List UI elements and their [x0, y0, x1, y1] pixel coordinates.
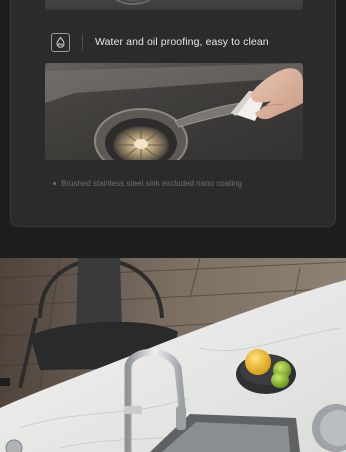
feature-card: Water and oil proofing, easy to clean Br…	[10, 0, 336, 227]
feature-title: Water and oil proofing, easy to clean	[95, 36, 269, 48]
lemon	[245, 349, 271, 375]
feature-section: Water and oil proofing, easy to clean Br…	[0, 0, 346, 258]
footnote-text: Brushed stainless steel sink excluded na…	[61, 179, 242, 188]
kitchen-photo	[0, 258, 346, 452]
footnote: Brushed stainless steel sink excluded na…	[53, 179, 242, 188]
cleaning-photo	[45, 63, 303, 160]
drain-icon	[5, 439, 23, 452]
bullet-icon	[53, 182, 56, 186]
drain-icon	[107, 0, 159, 5]
sink-drain-image	[45, 0, 303, 10]
feature-row: Water and oil proofing, easy to clean	[51, 32, 269, 52]
feature-divider	[82, 34, 83, 50]
water-drop-shield-icon	[51, 32, 70, 52]
